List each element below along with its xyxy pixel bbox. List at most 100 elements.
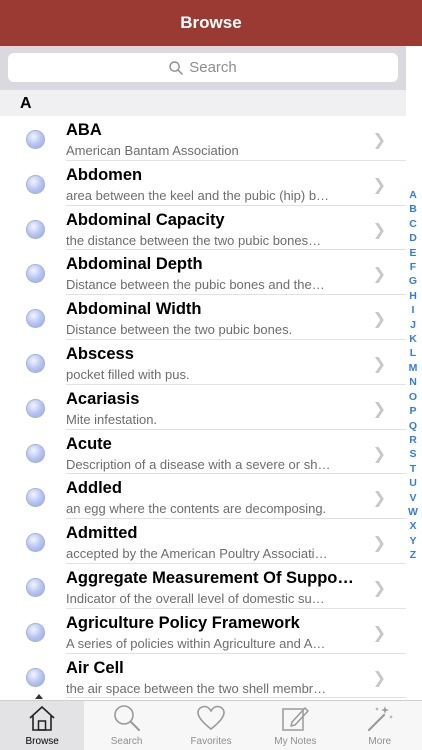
tab-label: Browse	[25, 736, 59, 747]
bullet-icon	[26, 219, 45, 239]
chevron-right-icon: ❯	[372, 132, 386, 149]
index-letter[interactable]: P	[409, 404, 416, 418]
tab-favorites[interactable]: Favorites	[169, 701, 253, 750]
bullet-icon	[26, 622, 45, 642]
term-title: Abscess	[66, 344, 134, 363]
term-title: ABA	[66, 121, 102, 139]
term-definition: pocket filled with pus.	[66, 366, 190, 382]
index-letter[interactable]: S	[409, 447, 416, 461]
tab-more[interactable]: More	[338, 701, 422, 750]
heart-icon	[197, 705, 225, 731]
chevron-right-icon: ❯	[372, 355, 386, 373]
chevron-right-icon: ❯	[372, 176, 386, 194]
term-definition: accepted by the American Poultry Associa…	[66, 546, 328, 562]
chevron-right-icon: ❯	[372, 400, 386, 418]
bullet-icon	[26, 398, 45, 418]
term-title: Abdominal Depth	[66, 255, 203, 274]
bullet-icon	[26, 309, 45, 329]
index-letter[interactable]: Q	[409, 419, 417, 433]
tab-my-notes[interactable]: My Notes	[253, 701, 337, 750]
term-definition: American Bantam Association	[66, 143, 239, 158]
index-letter[interactable]: G	[409, 274, 417, 288]
index-letter[interactable]: F	[410, 260, 416, 274]
home-icon	[29, 706, 55, 731]
bullet-icon	[26, 130, 45, 149]
chevron-right-icon: ❯	[372, 311, 386, 329]
term-title: Abdomen	[66, 165, 143, 184]
index-letter[interactable]: R	[409, 433, 417, 447]
term-definition: Description of a disease with a severe o…	[66, 456, 331, 472]
alphabet-index[interactable]: A B C D E F G H I J K L M N O P Q R S T …	[406, 188, 420, 563]
search-placeholder: Search	[189, 59, 237, 76]
magic-wand-icon	[367, 706, 393, 732]
term-definition: an egg where the contents are decomposin…	[66, 501, 327, 517]
index-letter[interactable]: E	[409, 246, 416, 260]
term-definition: the air space between the two shell memb…	[66, 680, 327, 696]
index-letter[interactable]: Z	[410, 548, 416, 562]
list-item[interactable]: Abdominal Capacity the distance between …	[0, 206, 406, 251]
term-list: ABA American Bantam Association ❯ Abdome…	[0, 116, 406, 699]
index-letter[interactable]: I	[412, 303, 415, 317]
chevron-right-icon: ❯	[372, 535, 386, 553]
chevron-right-icon: ❯	[372, 266, 386, 284]
list-item[interactable]: Admitted accepted by the American Poultr…	[0, 519, 406, 564]
index-letter[interactable]: T	[410, 462, 416, 476]
index-letter[interactable]: N	[409, 375, 417, 389]
term-title: Acariasis	[66, 389, 140, 408]
chevron-right-icon: ❯	[372, 490, 386, 508]
list-item[interactable]: Abdominal Width Distance between the two…	[0, 295, 406, 340]
term-definition: A series of policies within Agriculture …	[66, 635, 326, 651]
term-title: Acute	[66, 434, 112, 453]
index-letter[interactable]: Y	[409, 534, 416, 548]
list-item[interactable]: Abscess pocket filled with pus. ❯	[0, 340, 406, 385]
magnifier-icon	[113, 705, 140, 731]
search-input[interactable]: Search	[8, 53, 398, 82]
list-item[interactable]: Abdominal Depth Distance between the pub…	[0, 250, 406, 295]
chevron-right-icon: ❯	[372, 445, 386, 463]
tab-bar: Browse Search Favorites My Notes More	[0, 700, 422, 750]
chevron-right-icon: ❯	[372, 579, 386, 597]
term-definition: Mite infestation.	[66, 411, 158, 427]
term-title: Air Cell	[66, 658, 124, 677]
index-letter[interactable]: B	[409, 202, 417, 216]
bullet-icon	[26, 577, 45, 597]
tab-search[interactable]: Search	[84, 701, 168, 750]
tab-browse[interactable]: Browse	[0, 701, 85, 750]
index-letter[interactable]: W	[408, 505, 418, 519]
index-letter[interactable]: V	[409, 491, 416, 505]
index-letter[interactable]: C	[409, 217, 417, 231]
search-bar: Search	[0, 46, 422, 90]
bullet-icon	[26, 174, 45, 194]
list-item[interactable]: ABA American Bantam Association ❯	[0, 116, 406, 161]
list-item[interactable]: Addled an egg where the contents are dec…	[0, 474, 406, 519]
term-definition: Indicator of the overall level of domest…	[66, 590, 325, 606]
scroll-indicator-icon	[35, 694, 43, 699]
bullet-icon	[26, 488, 45, 508]
bullet-icon	[26, 443, 45, 463]
page-title: Browse	[180, 13, 242, 32]
bullet-icon	[26, 353, 45, 373]
index-letter[interactable]: O	[409, 390, 417, 404]
index-letter[interactable]: J	[410, 318, 416, 332]
term-title: Admitted	[66, 524, 138, 543]
list-item[interactable]: Acariasis Mite infestation. ❯	[0, 385, 406, 430]
index-letter[interactable]: U	[409, 476, 417, 490]
list-item[interactable]: Aggregate Measurement Of Suppo… Indicato…	[0, 564, 406, 609]
term-definition: the distance between the two pubic bones…	[66, 232, 322, 248]
index-letter[interactable]: X	[409, 519, 416, 533]
index-letter[interactable]: M	[409, 361, 418, 375]
index-letter[interactable]: H	[409, 289, 417, 303]
chevron-right-icon: ❯	[372, 624, 386, 642]
list-item[interactable]: Air Cell the air space between the two s…	[0, 654, 406, 699]
list-item[interactable]: Agriculture Policy Framework A series of…	[0, 609, 406, 654]
list-item[interactable]: Acute Description of a disease with a se…	[0, 430, 406, 475]
tab-label: My Notes	[274, 736, 317, 747]
list-item[interactable]: Abdomen area between the keel and the pu…	[0, 161, 406, 206]
term-title: Abdominal Width	[66, 300, 202, 319]
index-letter[interactable]: A	[409, 188, 417, 202]
index-letter[interactable]: D	[409, 231, 417, 245]
index-letter[interactable]: K	[409, 332, 417, 346]
index-letter[interactable]: L	[410, 346, 416, 360]
term-definition: Distance between the pubic bones and the…	[66, 277, 325, 293]
tab-label: Favorites	[190, 736, 232, 747]
